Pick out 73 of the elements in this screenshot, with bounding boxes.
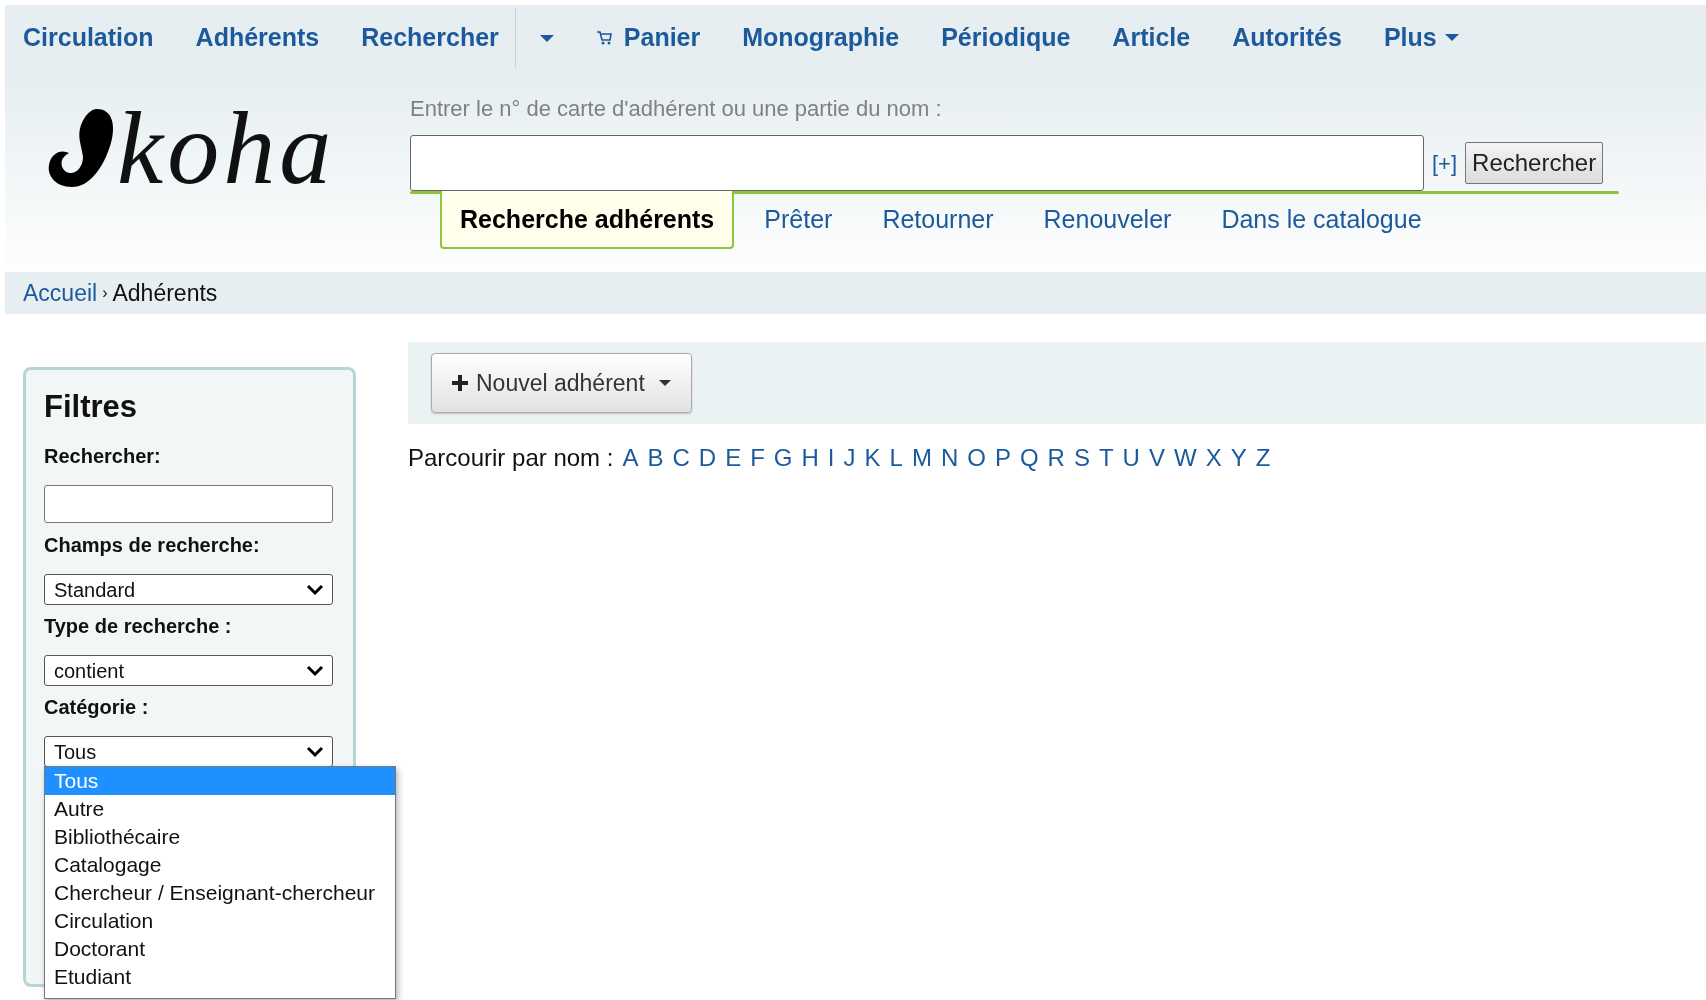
letter-link[interactable]: Q (1019, 440, 1039, 476)
letter-link[interactable]: Y (1230, 440, 1247, 476)
tab[interactable]: Recherche adhérents (440, 191, 735, 249)
letter-link[interactable]: B (647, 440, 664, 476)
caret-icon (658, 380, 671, 386)
dropdown-option[interactable]: Catalogage (45, 851, 395, 880)
letter-link[interactable]: Z (1255, 440, 1271, 476)
field-label: Rechercher: (44, 444, 162, 470)
letter-link[interactable]: U (1122, 440, 1140, 476)
letter-link[interactable]: G (773, 440, 793, 476)
nav-link[interactable]: Monographie (742, 18, 900, 57)
letter-link[interactable]: R (1047, 440, 1065, 476)
caret-icon (1444, 34, 1459, 41)
letter-link[interactable]: M (911, 440, 932, 476)
letter-link[interactable]: J (843, 440, 856, 476)
letter-link[interactable]: K (864, 440, 881, 476)
text-field[interactable] (44, 485, 333, 524)
letter-link[interactable]: C (672, 440, 690, 476)
letter-link[interactable]: X (1205, 440, 1222, 476)
letter-link[interactable]: A (622, 440, 639, 476)
letter-link[interactable]: L (889, 440, 903, 476)
breadcrumb-separator: › (102, 283, 108, 303)
nav-link[interactable]: Autorités (1232, 18, 1342, 57)
dropdown-option[interactable]: Autre (45, 795, 395, 824)
dropdown-option[interactable]: Chercheur / Enseignant-chercheur (45, 879, 395, 908)
nav-menu-link[interactable]: Plus (1383, 18, 1459, 57)
dropdown-option[interactable]: Bibliothécaire (45, 823, 395, 852)
patron-search-field[interactable] (410, 135, 1424, 191)
letter-link[interactable]: D (698, 440, 717, 476)
letter-link[interactable]: N (940, 440, 959, 476)
nav-link[interactable]: Article (1112, 18, 1191, 57)
panel-title: Filtres (44, 388, 139, 426)
tab[interactable]: Retourner (862, 191, 1014, 249)
breadcrumb-link[interactable]: Accueil (23, 275, 98, 311)
chevron-icon (306, 583, 324, 596)
browse-label: Parcourir par nom : (408, 443, 614, 473)
dropdown-option[interactable]: Etudiant (45, 963, 395, 992)
letter-link[interactable]: V (1148, 440, 1165, 476)
tab[interactable]: Renouveler (1023, 191, 1192, 249)
letter-link[interactable]: S (1073, 440, 1090, 476)
nav-link[interactable]: Adhérents (195, 18, 320, 57)
chevron-icon (306, 664, 324, 677)
field-label: Champs de recherche: (44, 533, 261, 559)
nav-link[interactable]: Périodique (941, 18, 1071, 57)
letter-link[interactable]: T (1098, 440, 1114, 476)
tab[interactable]: Prêter (744, 191, 853, 249)
cart-icon (595, 29, 612, 46)
field-label: Catégorie : (44, 695, 150, 721)
nav-link[interactable]: Panier (623, 18, 701, 57)
select-field[interactable]: Tous (44, 736, 333, 768)
breadcrumb-current: Adhérents (112, 278, 218, 308)
search-button[interactable]: Rechercher (1465, 142, 1604, 184)
select-field[interactable]: contient (44, 655, 333, 687)
tab[interactable]: Dans le catalogue (1201, 191, 1442, 249)
letter-link[interactable]: E (725, 440, 742, 476)
dropdown-option[interactable]: Doctorant (45, 935, 395, 964)
logo-text: koha (117, 95, 336, 200)
plus-icon (452, 375, 468, 391)
more-options-link[interactable]: [+] (1432, 146, 1458, 180)
nav-link[interactable]: Rechercher (361, 18, 499, 57)
letter-link[interactable]: W (1173, 440, 1197, 476)
nav-link[interactable]: Circulation (23, 18, 154, 57)
letter-link[interactable]: I (827, 440, 835, 476)
letter-link[interactable]: H (801, 440, 819, 476)
chevron-icon (306, 745, 324, 758)
select-field[interactable]: Standard (44, 574, 333, 606)
search-label: Entrer le n° de carte d'adhérent ou une partie du nom : (410, 95, 943, 123)
dropdown-option[interactable]: Circulation (45, 907, 395, 936)
letter-link[interactable]: O (967, 440, 986, 476)
new-patron-button[interactable]: Nouvel adhérent (431, 352, 692, 414)
field-label: Type de recherche : (44, 614, 233, 640)
letter-link[interactable]: P (994, 440, 1011, 476)
letter-link[interactable]: F (750, 440, 765, 476)
